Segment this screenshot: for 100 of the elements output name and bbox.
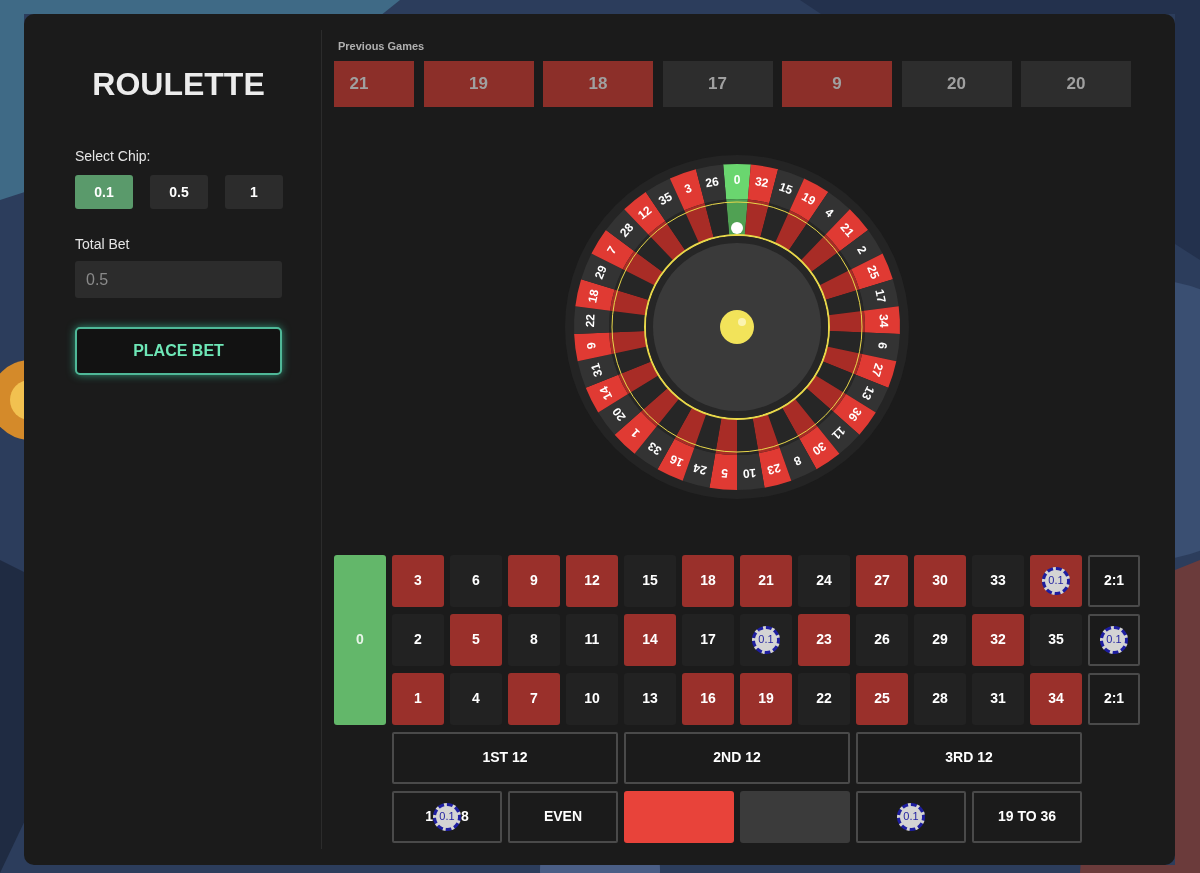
number-cell[interactable]: 4	[450, 672, 502, 725]
pocket-number: 10	[742, 465, 757, 481]
pocket-number: 12	[635, 202, 655, 222]
bet-label: 8	[461, 807, 469, 826]
number-cell[interactable]: 6	[450, 554, 502, 607]
number-cell[interactable]: 16	[682, 672, 734, 725]
number-cell[interactable]: 31	[972, 672, 1024, 725]
number-cell[interactable]: 17	[682, 613, 734, 666]
number-cell[interactable]: 13	[624, 672, 676, 725]
previous-result: 20	[901, 60, 1012, 107]
pocket-number: 7	[604, 243, 620, 257]
pocket-number: 1	[628, 425, 643, 440]
outside-bet[interactable]: 19 TO 36	[972, 790, 1082, 843]
number-cell[interactable]: 26	[856, 613, 908, 666]
number-cell[interactable]: 10	[566, 672, 618, 725]
bet-chip: 0.1	[897, 802, 925, 831]
pocket-number: 14	[596, 383, 616, 402]
pocket-number: 29	[591, 262, 610, 281]
previous-result: 19	[423, 60, 534, 107]
number-cell[interactable]: 7	[508, 672, 560, 725]
pocket-number: 2	[854, 243, 870, 257]
pocket-number: 5	[720, 465, 729, 481]
number-cell[interactable]: 14	[624, 613, 676, 666]
number-cell[interactable]: 33	[972, 554, 1024, 607]
bet-chip: 0.1	[1100, 625, 1128, 654]
bet-cell[interactable]: 0.1	[740, 613, 792, 666]
previous-result: 21	[334, 60, 414, 107]
number-cell[interactable]: 25	[856, 672, 908, 725]
pocket-number: 19	[799, 188, 818, 208]
pocket-number: 0	[733, 172, 741, 187]
pocket-number: 36	[845, 404, 865, 424]
place-bet-button[interactable]: PLACE BET	[75, 327, 282, 375]
center-knob	[720, 309, 754, 344]
total-bet-field[interactable]: 0.5	[75, 261, 282, 298]
pocket-number: 18	[585, 287, 602, 304]
number-cell[interactable]: 11	[566, 613, 618, 666]
bet-cell[interactable]: 1 0.1 8	[392, 790, 502, 843]
number-cell[interactable]: 21	[740, 554, 792, 607]
pocket-number: 17	[872, 287, 889, 304]
bet-cell[interactable]: 0.1	[1088, 613, 1140, 666]
column-bet[interactable]: 2:1	[1088, 554, 1140, 607]
chip-label: Select Chip:	[75, 147, 152, 166]
pocket-number: 34	[876, 313, 891, 328]
previous-result: 18	[543, 60, 653, 107]
previous-result: 9	[782, 60, 892, 107]
bet-chip: 0.1	[752, 625, 780, 654]
pocket-number: 6	[875, 340, 890, 350]
pocket-number: 27	[868, 361, 887, 378]
pocket-number: 35	[656, 188, 675, 208]
chip-option[interactable]: 1	[225, 175, 283, 209]
pocket-number: 22	[583, 313, 598, 328]
number-cell[interactable]: 27	[856, 554, 908, 607]
number-cell[interactable]: 19	[740, 672, 792, 725]
dozen-bet[interactable]: 3RD 12	[856, 731, 1082, 784]
number-cell[interactable]: 29	[914, 613, 966, 666]
number-cell[interactable]: 18	[682, 554, 734, 607]
bet-cell[interactable]: 0.1	[1030, 554, 1082, 607]
pocket-number: 20	[609, 404, 629, 424]
dozen-bet[interactable]: 1ST 12	[392, 731, 618, 784]
number-cell[interactable]: 35	[1030, 613, 1082, 666]
wheel-pocket	[574, 305, 646, 334]
pocket-number: 9	[584, 340, 599, 350]
pocket-number: 32	[754, 173, 770, 190]
outside-bet[interactable]: EVEN	[508, 790, 618, 843]
pocket-number: 13	[858, 383, 878, 402]
chip-option[interactable]: 0.5	[150, 175, 208, 209]
number-cell[interactable]: 12	[566, 554, 618, 607]
number-cell[interactable]: 2	[392, 613, 444, 666]
number-cell[interactable]: 5	[450, 613, 502, 666]
previous-result: 20	[1021, 60, 1131, 107]
column-bet[interactable]: 2:1	[1088, 672, 1140, 725]
number-cell[interactable]: 3	[392, 554, 444, 607]
number-cell[interactable]: 8	[508, 613, 560, 666]
number-cell[interactable]: 9	[508, 554, 560, 607]
pocket-number: 8	[791, 452, 804, 469]
pocket-number: 25	[864, 262, 883, 281]
number-cell[interactable]: 22	[798, 672, 850, 725]
color-bet[interactable]	[624, 790, 734, 843]
pocket-number: 24	[691, 460, 709, 478]
wheel-pocket	[828, 305, 900, 334]
color-bet[interactable]	[740, 790, 850, 843]
pocket-number: 15	[777, 179, 795, 197]
ball	[731, 221, 743, 234]
number-cell[interactable]: 34	[1030, 672, 1082, 725]
pocket-number: 31	[587, 361, 606, 378]
number-cell[interactable]: 30	[914, 554, 966, 607]
number-cell[interactable]: 28	[914, 672, 966, 725]
number-cell[interactable]: 32	[972, 613, 1024, 666]
pocket-number: 26	[704, 173, 720, 190]
dozen-bet[interactable]: 2ND 12	[624, 731, 850, 784]
pocket-number: 11	[829, 423, 848, 442]
number-cell[interactable]: 24	[798, 554, 850, 607]
bet-cell[interactable]: 0.1	[856, 790, 966, 843]
pocket-number: 16	[667, 451, 686, 470]
previous-result: 17	[662, 60, 773, 107]
number-cell[interactable]: 15	[624, 554, 676, 607]
bet-chip: 0.1	[1042, 566, 1070, 595]
number-cell[interactable]: 23	[798, 613, 850, 666]
bet-label: 1	[425, 807, 433, 826]
number-cell[interactable]: 1	[392, 672, 444, 725]
